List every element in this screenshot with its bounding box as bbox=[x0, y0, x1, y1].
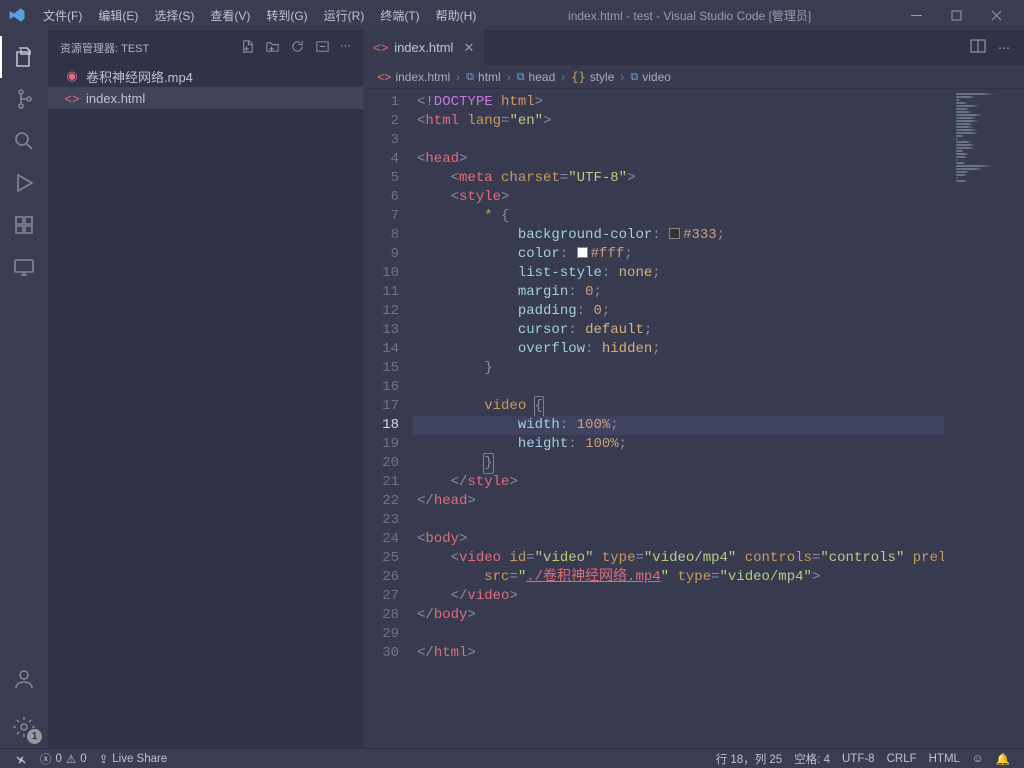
code-editor[interactable]: 1234567891011121314151617181920212223242… bbox=[363, 89, 1024, 748]
breadcrumb-icon: ⧉ bbox=[630, 70, 638, 84]
feedback-icon[interactable]: ☺ bbox=[966, 749, 990, 768]
notifications-icon[interactable]: 🔔 bbox=[990, 749, 1016, 768]
tab-label: index.html bbox=[394, 40, 453, 55]
menu-item[interactable]: 终端(T) bbox=[373, 3, 426, 28]
menu-item[interactable]: 选择(S) bbox=[147, 3, 201, 28]
remote-tab[interactable] bbox=[0, 246, 48, 288]
new-file-icon[interactable] bbox=[240, 39, 255, 57]
eol[interactable]: CRLF bbox=[881, 749, 923, 768]
refresh-icon[interactable] bbox=[290, 39, 305, 57]
source-control-tab[interactable] bbox=[0, 78, 48, 120]
indentation[interactable]: 空格: 4 bbox=[788, 749, 836, 768]
cursor-position[interactable]: 行 18，列 25 bbox=[710, 749, 788, 768]
settings-button[interactable]: 1 bbox=[0, 706, 48, 748]
debug-tab[interactable] bbox=[0, 162, 48, 204]
breadcrumb-item[interactable]: head bbox=[529, 70, 556, 84]
explorer-title: 资源管理器: TEST bbox=[60, 40, 240, 56]
search-tab[interactable] bbox=[0, 120, 48, 162]
menu-item[interactable]: 帮助(H) bbox=[429, 3, 484, 28]
statusbar: ⓧ0 ⚠0 ⇪Live Share 行 18，列 25 空格: 4 UTF-8 … bbox=[0, 748, 1024, 768]
new-folder-icon[interactable] bbox=[265, 39, 280, 57]
menu-item[interactable]: 文件(F) bbox=[36, 3, 89, 28]
file-item[interactable]: ◉ 卷积神经网络.mp4 bbox=[48, 65, 363, 87]
language-mode[interactable]: HTML bbox=[923, 749, 966, 768]
error-icon: ⓧ bbox=[40, 751, 52, 767]
menubar: 文件(F)编辑(E)选择(S)查看(V)转到(G)运行(R)终端(T)帮助(H) bbox=[36, 3, 483, 28]
breadcrumbs[interactable]: <> index.html›⧉ html›⧉ head›{} style›⧉ v… bbox=[363, 65, 1024, 89]
breadcrumb-icon: {} bbox=[571, 70, 585, 84]
collapse-icon[interactable] bbox=[315, 39, 330, 57]
breadcrumb-item[interactable]: style bbox=[590, 70, 615, 84]
problems-indicator[interactable]: ⓧ0 ⚠0 bbox=[34, 749, 93, 768]
liveshare-button[interactable]: ⇪Live Share bbox=[93, 749, 174, 768]
breadcrumb-icon: ⧉ bbox=[517, 70, 525, 84]
breadcrumb-item[interactable]: video bbox=[642, 70, 671, 84]
editor-tabs: <> index.html ✕ ⋯ bbox=[363, 30, 1024, 65]
file-label: 卷积神经网络.mp4 bbox=[86, 67, 193, 86]
editor-area: <> index.html ✕ ⋯ <> index.html›⧉ html›⧉… bbox=[363, 30, 1024, 748]
explorer-tab[interactable] bbox=[0, 36, 48, 78]
file-tree: ◉ 卷积神经网络.mp4 <> index.html bbox=[48, 65, 363, 109]
menu-item[interactable]: 运行(R) bbox=[317, 3, 372, 28]
code-content[interactable]: <!DOCTYPE html><html lang="en"><head> <m… bbox=[413, 89, 1024, 748]
minimap[interactable] bbox=[944, 89, 1024, 748]
close-button[interactable] bbox=[976, 0, 1016, 30]
chevron-icon bbox=[14, 752, 28, 766]
vscode-logo-icon bbox=[8, 6, 26, 24]
explorer-header: 资源管理器: TEST ⋯ bbox=[48, 30, 363, 65]
remote-indicator[interactable] bbox=[8, 749, 34, 768]
window-title: index.html - test - Visual Studio Code [… bbox=[483, 7, 896, 24]
accounts-button[interactable] bbox=[0, 658, 48, 700]
warning-icon: ⚠ bbox=[66, 752, 76, 766]
line-numbers: 1234567891011121314151617181920212223242… bbox=[363, 89, 413, 748]
explorer-sidebar: 资源管理器: TEST ⋯ ◉ 卷积神经网络.mp4 <> index.html bbox=[48, 30, 363, 748]
tab-index-html[interactable]: <> index.html ✕ bbox=[363, 30, 485, 65]
breadcrumb-item[interactable]: index.html bbox=[395, 70, 450, 84]
more-actions-icon[interactable]: ⋯ bbox=[998, 41, 1010, 55]
maximize-button[interactable] bbox=[936, 0, 976, 30]
file-label: index.html bbox=[86, 91, 145, 106]
menu-item[interactable]: 转到(G) bbox=[259, 3, 314, 28]
activity-bar: 1 bbox=[0, 30, 48, 748]
file-item[interactable]: <> index.html bbox=[48, 87, 363, 109]
breadcrumb-icon: <> bbox=[377, 70, 391, 84]
html-icon: <> bbox=[373, 40, 388, 55]
split-editor-icon[interactable] bbox=[970, 38, 986, 57]
extensions-tab[interactable] bbox=[0, 204, 48, 246]
settings-badge: 1 bbox=[27, 729, 42, 744]
breadcrumb-item[interactable]: html bbox=[478, 70, 501, 84]
breadcrumb-icon: ⧉ bbox=[466, 70, 474, 84]
menu-item[interactable]: 查看(V) bbox=[203, 3, 257, 28]
video-file-icon: ◉ bbox=[64, 68, 80, 84]
minimize-button[interactable] bbox=[896, 0, 936, 30]
more-icon[interactable]: ⋯ bbox=[340, 39, 351, 57]
window-controls bbox=[896, 0, 1016, 30]
close-tab-icon[interactable]: ✕ bbox=[463, 40, 474, 56]
titlebar: 文件(F)编辑(E)选择(S)查看(V)转到(G)运行(R)终端(T)帮助(H)… bbox=[0, 0, 1024, 30]
liveshare-icon: ⇪ bbox=[99, 752, 109, 766]
html-file-icon: <> bbox=[64, 90, 80, 106]
menu-item[interactable]: 编辑(E) bbox=[91, 3, 145, 28]
encoding[interactable]: UTF-8 bbox=[836, 749, 881, 768]
